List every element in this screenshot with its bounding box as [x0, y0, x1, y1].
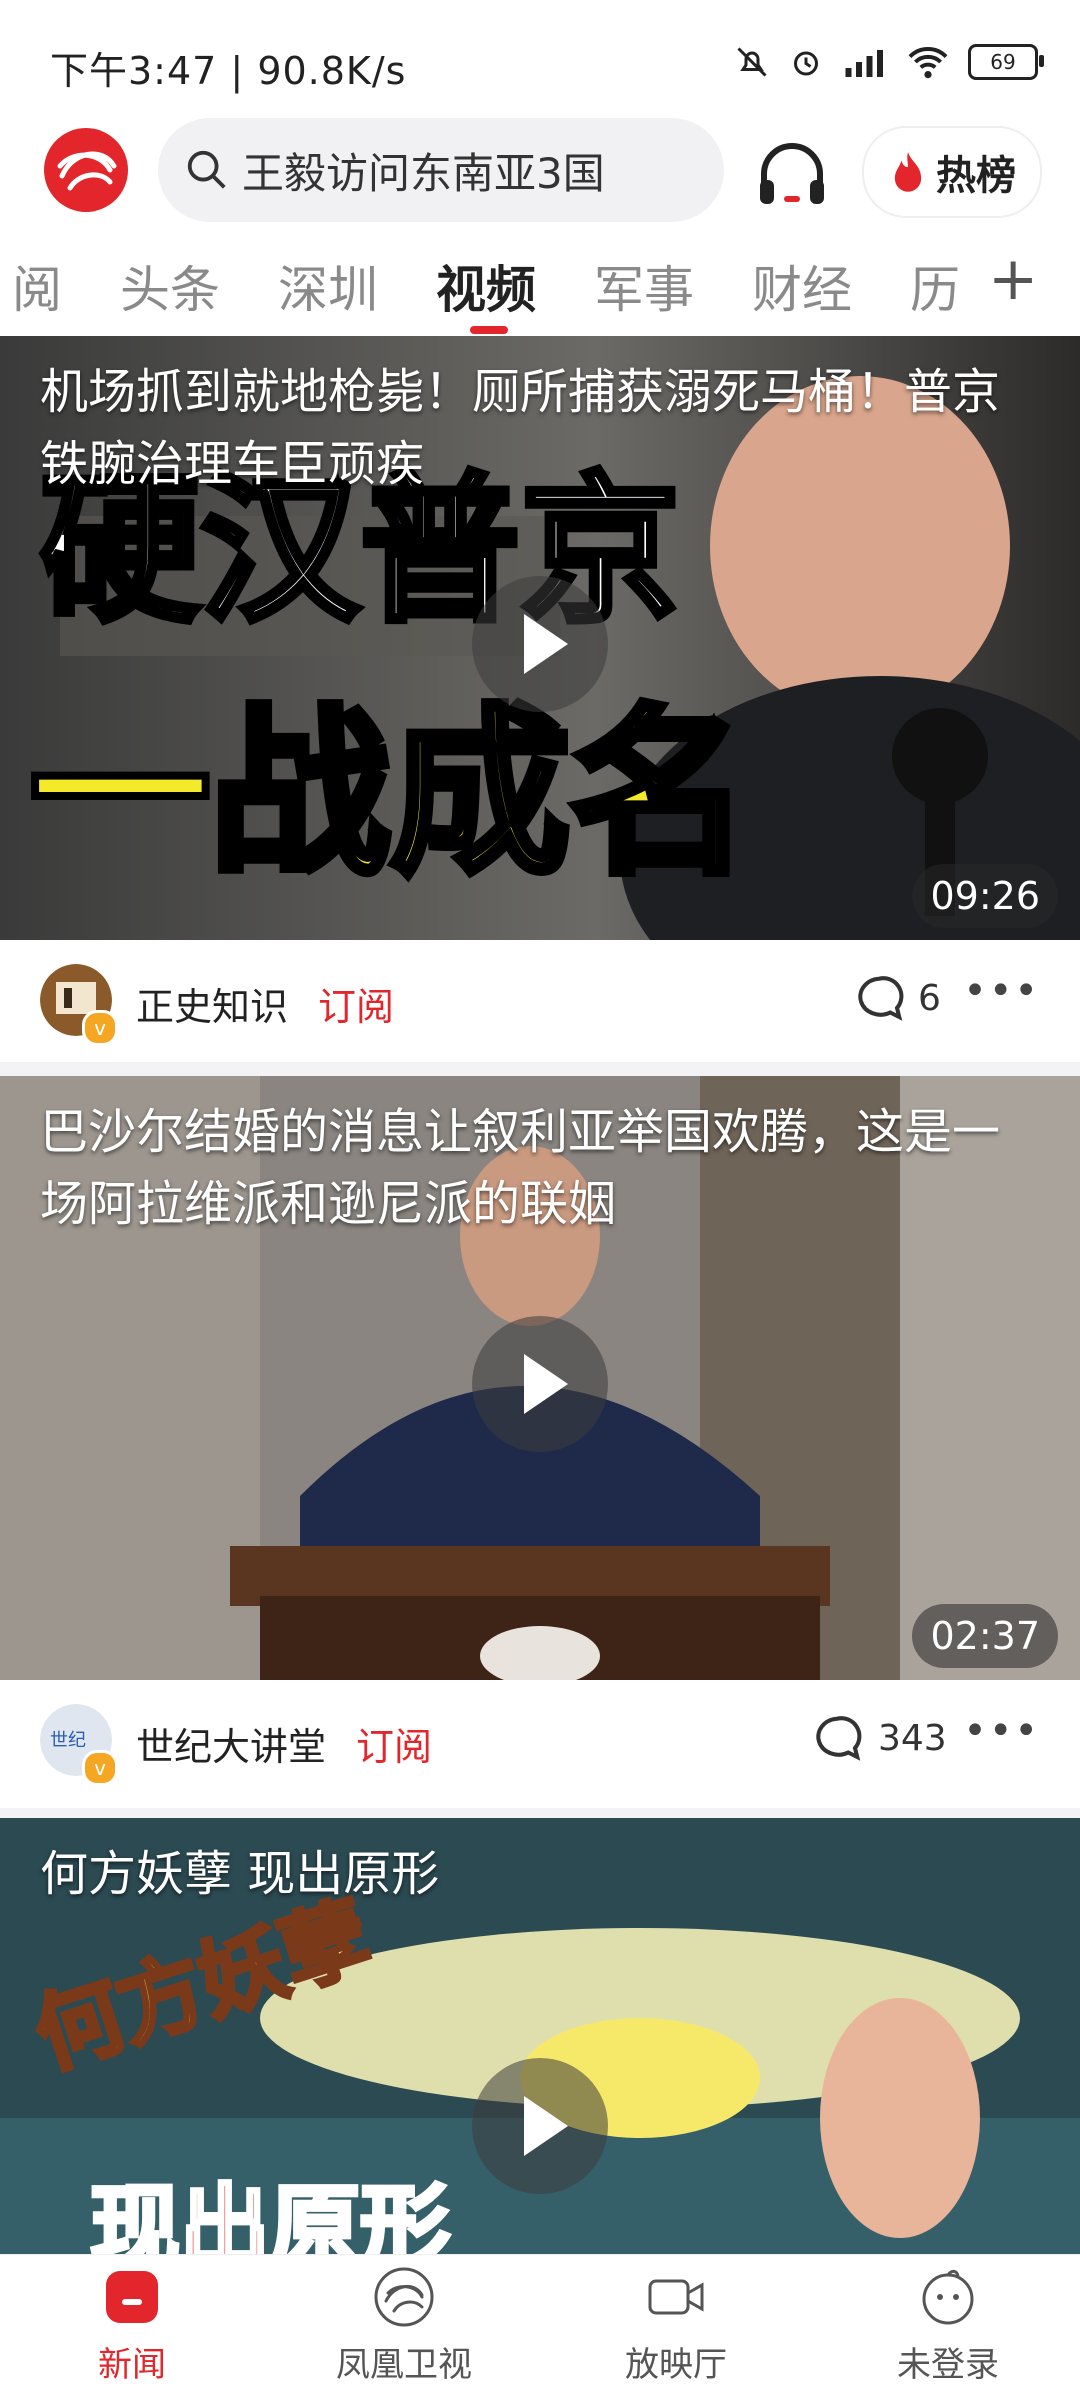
overlay-headline-2: 现出原形 — [90, 2175, 450, 2254]
signal-icon — [845, 50, 883, 77]
bottom-navigation: 新闻 凤凰卫视 放映厅 未登录 — [0, 2254, 1080, 2401]
verified-badge-icon: v — [82, 1750, 118, 1786]
battery-level: 69 — [990, 50, 1016, 74]
tab-subscribe[interactable]: 阅 — [12, 250, 62, 322]
author-name[interactable]: 正史知识 — [136, 976, 288, 1031]
nav-theater[interactable]: 放映厅 — [576, 2265, 776, 2386]
news-icon — [106, 2271, 158, 2323]
search-placeholder: 王毅访问东南亚3国 — [242, 148, 605, 198]
subscribe-button[interactable]: 订阅 — [318, 976, 394, 1031]
hot-list-label: 热榜 — [936, 153, 1016, 199]
video-duration: 09:26 — [912, 864, 1058, 928]
comment-count: 6 — [918, 978, 941, 1019]
video-title: 巴沙尔结婚的消息让叙利亚举国欢腾，这是一场阿拉维派和逊尼派的联姻 — [40, 1104, 1001, 1232]
alarm-icon — [794, 51, 818, 76]
video-duration: 02:37 — [912, 1604, 1058, 1668]
active-tab-indicator — [470, 326, 508, 334]
play-button[interactable] — [472, 1316, 608, 1452]
verified-badge-icon: v — [82, 1010, 118, 1046]
play-button[interactable] — [472, 576, 608, 712]
battery-icon: 69 — [968, 44, 1044, 80]
clock-text: 下午3:47 — [50, 49, 218, 93]
nav-phoenix-tv[interactable]: 凤凰卫视 — [304, 2265, 504, 2386]
nav-label: 放映厅 — [625, 2345, 727, 2385]
status-time: 下午3:47 | 90.8K/s — [50, 49, 407, 93]
nav-label: 未登录 — [897, 2345, 999, 2385]
video-title: 何方妖孽 现出原形 — [40, 1846, 440, 1902]
flame-icon — [894, 152, 922, 192]
tab-video[interactable]: 视频 — [436, 250, 536, 322]
add-channel-icon[interactable]: + — [988, 244, 1038, 314]
nav-login[interactable]: 未登录 — [848, 2265, 1048, 2386]
hot-list-button[interactable]: 热榜 — [862, 126, 1042, 218]
status-icons: 69 — [734, 38, 1044, 86]
search-icon — [187, 150, 226, 189]
video-title: 机场抓到就地枪毙！厕所捕获溺死马桶！普京铁腕治理车臣顽疾 — [40, 364, 1001, 492]
more-options-icon[interactable]: ••• — [963, 968, 1040, 1014]
video-thumbnail[interactable]: 巴沙尔结婚的消息让叙利亚举国欢腾，这是一场阿拉维派和逊尼派的联姻 02:37 — [0, 1076, 1080, 1680]
channel-tabs: 阅 头条 深圳 视频 军事 财经 历 + — [0, 236, 1080, 334]
svg-text:世纪: 世纪 — [50, 1730, 86, 1751]
video-meta: 世纪 v 世纪大讲堂 订阅 343 ••• — [0, 1680, 1080, 1804]
status-bar: 下午3:47 | 90.8K/s 69 — [0, 0, 1080, 120]
phoenix-logo-icon[interactable] — [42, 126, 130, 214]
comment-icon[interactable] — [810, 1712, 864, 1766]
video-camera-icon — [648, 2279, 704, 2315]
search-bar[interactable]: 王毅访问东南亚3国 — [158, 118, 724, 222]
user-icon — [922, 2269, 974, 2325]
tab-history[interactable]: 历 — [910, 250, 960, 322]
tab-headlines[interactable]: 头条 — [120, 250, 220, 322]
net-speed-text: 90.8K/s — [257, 49, 407, 93]
mute-bell-icon — [737, 47, 767, 77]
more-options-icon[interactable]: ••• — [963, 1708, 1040, 1754]
overlay-headline-2: 一战成名 — [30, 690, 750, 899]
app-header: 王毅访问东南亚3国 热榜 — [0, 118, 1080, 228]
comment-count: 343 — [878, 1718, 947, 1759]
nav-news[interactable]: 新闻 — [32, 2265, 232, 2386]
video-meta: v 正史知识 订阅 6 ••• — [0, 940, 1080, 1064]
subscribe-button[interactable]: 订阅 — [356, 1716, 432, 1771]
phoenix-tv-icon — [374, 2267, 434, 2327]
nav-label: 凤凰卫视 — [336, 2345, 472, 2385]
nav-label: 新闻 — [98, 2345, 166, 2385]
video-thumbnail[interactable]: 硬汉普京 一战成名 机场抓到就地枪毙！厕所捕获溺死马桶！普京铁腕治理车臣顽疾 0… — [0, 336, 1080, 940]
play-button[interactable] — [472, 2058, 608, 2194]
author-name[interactable]: 世纪大讲堂 — [136, 1716, 326, 1771]
tab-military[interactable]: 军事 — [594, 250, 694, 322]
tab-shenzhen[interactable]: 深圳 — [278, 250, 378, 322]
wifi-icon — [908, 47, 948, 79]
feed-divider — [0, 1062, 1080, 1076]
headphones-icon[interactable] — [752, 134, 832, 214]
tab-finance[interactable]: 财经 — [752, 250, 852, 322]
comment-icon[interactable] — [852, 972, 906, 1026]
video-thumbnail[interactable]: 何方妖孽 现出原形 何方妖孽 现出原形 — [0, 1818, 1080, 2254]
